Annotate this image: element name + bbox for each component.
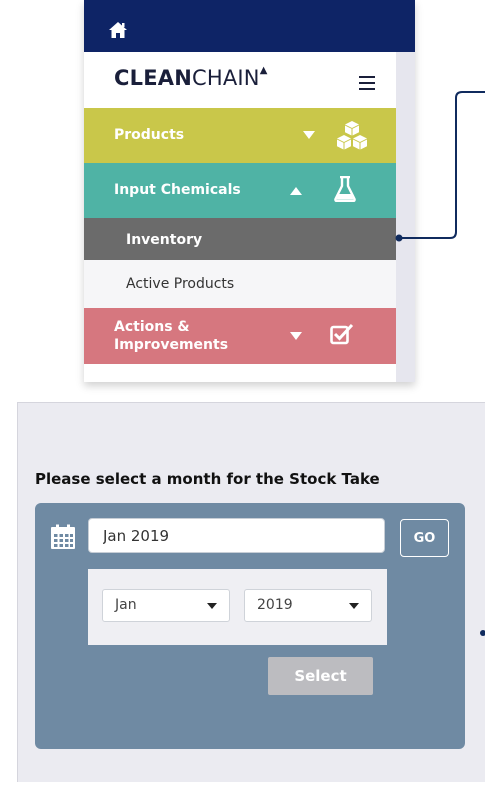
brand-logo[interactable]: CLEANCHAIN▲ (114, 65, 268, 90)
sidebar-item-products[interactable]: Products (84, 108, 396, 163)
chevron-down-icon (303, 131, 315, 139)
stock-take-title: Please select a month for the Stock Take (35, 470, 380, 488)
brand-bold: CLEAN (114, 66, 192, 90)
select-button[interactable]: Select (268, 657, 373, 695)
sidebar-item-actions-improvements[interactable]: Actions & Improvements (84, 308, 396, 364)
sidebar: CLEANCHAIN▲ Products Input Chemicals Inv… (84, 0, 415, 382)
month-select[interactable]: Jan (102, 589, 230, 622)
stock-take-form: GO Jan 2019 Select (35, 503, 465, 749)
caret-down-icon (207, 603, 217, 609)
sidebar-item-label: Actions & Improvements (114, 318, 228, 354)
flask-icon (334, 176, 356, 202)
year-select-value: 2019 (257, 597, 293, 613)
sidebar-item-label: Active Products (126, 276, 235, 292)
go-button[interactable]: GO (400, 519, 449, 557)
hamburger-menu-icon[interactable] (359, 76, 375, 90)
chevron-up-icon (290, 187, 302, 195)
sidebar-item-label: Input Chemicals (114, 182, 241, 198)
calendar-icon[interactable] (50, 524, 76, 550)
actions-label-line1: Actions & (114, 319, 190, 335)
sidebar-item-label: Inventory (126, 232, 203, 248)
callout-dot (480, 630, 485, 636)
sidebar-item-label: Products (114, 127, 185, 143)
actions-label-line2: Improvements (114, 337, 229, 353)
checkbox-icon (330, 323, 354, 345)
caret-down-icon (349, 603, 359, 609)
month-date-input[interactable] (88, 518, 385, 553)
sidebar-item-active-products[interactable]: Active Products (84, 260, 396, 308)
boxes-icon (337, 121, 367, 150)
sidebar-item-input-chemicals[interactable]: Input Chemicals (84, 163, 396, 218)
sidebar-scrollbar[interactable] (396, 52, 415, 382)
month-year-picker: Jan 2019 (88, 569, 387, 645)
chevron-down-icon (290, 332, 302, 340)
sidebar-item-inventory[interactable]: Inventory (84, 218, 396, 260)
brand-row: CLEANCHAIN▲ (84, 52, 396, 108)
stock-take-panel: Please select a month for the Stock Take… (17, 402, 485, 782)
month-select-value: Jan (115, 597, 137, 613)
brand-light: CHAIN (191, 66, 260, 90)
year-select[interactable]: 2019 (244, 589, 372, 622)
brand-mark: ▲ (259, 65, 268, 76)
